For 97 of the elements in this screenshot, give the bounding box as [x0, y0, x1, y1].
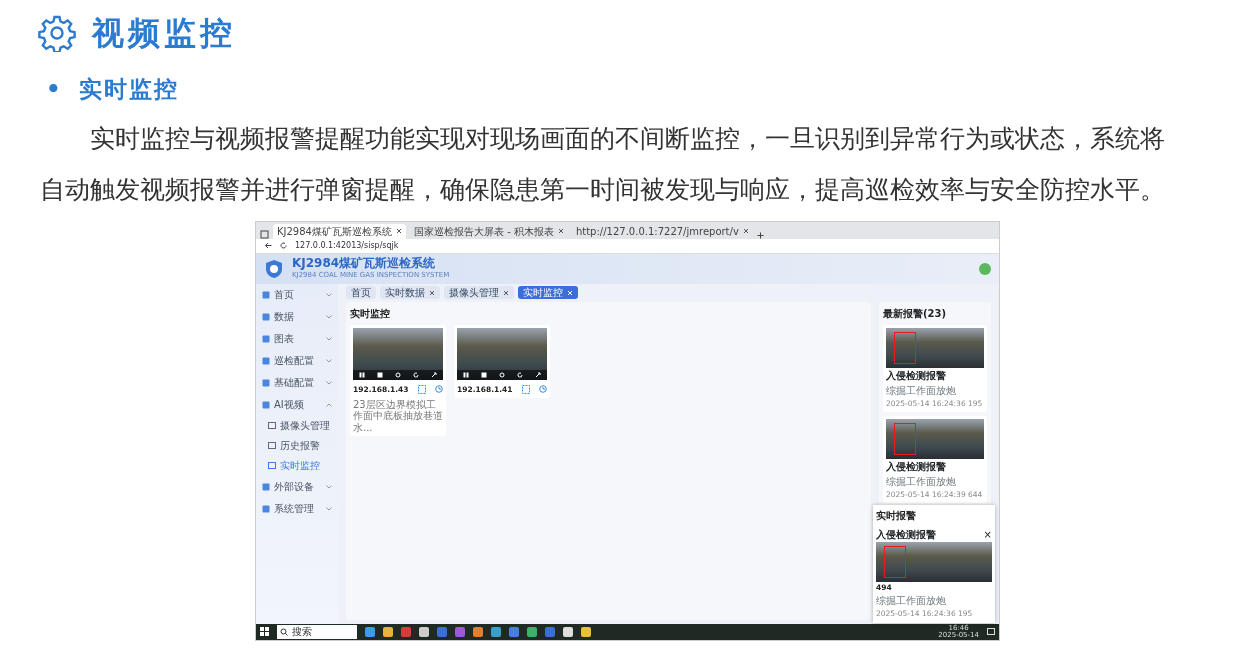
sidebar-item[interactable]: 巡检配置 — [256, 349, 338, 372]
plus-icon[interactable] — [756, 231, 764, 239]
detection-box — [894, 422, 916, 455]
sidebar-item[interactable]: 首页 — [256, 283, 338, 306]
menu-item-icon — [262, 290, 270, 299]
chevron-down-icon — [326, 336, 332, 341]
app-tile-icon[interactable] — [527, 626, 537, 637]
address-field[interactable]: 127.0.0.1:42013/sisp/sqjk — [295, 239, 399, 252]
menu-item-icon — [262, 504, 270, 513]
camera-description: 23层区边界模拟工作面中底板抽放巷道水... — [353, 398, 443, 434]
popup-title: 实时报警 — [876, 509, 917, 523]
shield-logo-icon — [264, 258, 284, 279]
close-icon[interactable]: × — [983, 527, 992, 542]
close-icon[interactable] — [742, 228, 749, 234]
menu-item-icon — [262, 356, 270, 365]
menu-item-icon — [262, 312, 270, 321]
sidebar-item[interactable]: 系统管理 — [256, 497, 338, 520]
stop-icon[interactable] — [481, 371, 487, 378]
sidebar-item[interactable]: AI视频 — [256, 393, 338, 416]
app-tile-icon[interactable] — [437, 626, 447, 637]
pause-icon[interactable] — [359, 371, 365, 378]
alarm-location: 综掘工作面放炮 — [876, 594, 947, 609]
alarm-type: 入侵检测报警 — [876, 528, 936, 542]
sidebar-item[interactable]: 外部设备 — [256, 475, 338, 498]
menu-item-icon — [262, 482, 270, 491]
chevron-up-icon — [326, 402, 332, 407]
sidebar-item[interactable]: 基础配置 — [256, 371, 338, 394]
app-tile-icon[interactable] — [581, 626, 591, 637]
frame-select-icon[interactable] — [521, 384, 530, 394]
app-name: KJ2984煤矿瓦斯巡检系统 — [292, 256, 437, 270]
alarm-list-title: 最新报警(23) — [883, 306, 948, 321]
page-tab[interactable]: 首页 — [346, 286, 376, 299]
page-tab[interactable]: 实时数据 — [380, 286, 440, 299]
notification-icon[interactable] — [987, 627, 995, 636]
fullscreen-icon[interactable] — [431, 371, 437, 378]
app-tile-icon[interactable] — [455, 626, 465, 637]
settings-icon[interactable] — [499, 371, 505, 378]
close-icon[interactable] — [503, 289, 509, 296]
sidebar-subitem[interactable]: 历史报警 — [256, 435, 338, 456]
app-tile-icon[interactable] — [401, 626, 411, 637]
detection-box — [884, 546, 906, 578]
chevron-down-icon — [326, 314, 332, 319]
frame-select-icon[interactable] — [417, 384, 426, 394]
page-tab[interactable]: 摄像头管理 — [444, 286, 514, 299]
sidebar-item[interactable]: 图表 — [256, 327, 338, 350]
stop-icon[interactable] — [377, 371, 383, 378]
chevron-down-icon — [326, 506, 332, 511]
list-icon — [268, 442, 276, 449]
app-tile-icon[interactable] — [365, 626, 375, 637]
bullet-mark: • — [46, 75, 63, 104]
taskbar-search-field[interactable]: 搜索 — [277, 624, 357, 639]
refresh-icon[interactable] — [517, 371, 523, 378]
chevron-down-icon — [326, 292, 332, 297]
app-tile-icon[interactable] — [419, 626, 429, 637]
fullscreen-icon[interactable] — [535, 371, 541, 378]
sidebar-item[interactable]: 数据 — [256, 305, 338, 328]
settings-icon[interactable] — [395, 371, 401, 378]
browser-tab[interactable]: 国家巡检报告大屏表 - 积木报表 — [409, 223, 568, 239]
chevron-down-icon — [326, 358, 332, 363]
app-tile-icon[interactable] — [545, 626, 555, 637]
detection-box — [894, 331, 916, 364]
app-tile-icon[interactable] — [473, 626, 483, 637]
tab-list-icon — [260, 229, 269, 239]
browser-tab[interactable]: http://127.0.0.1:7227/jmreport/v — [571, 223, 753, 239]
menu-item-icon — [262, 378, 270, 387]
section-heading: 实时监控 — [78, 75, 179, 104]
app-tile-icon[interactable] — [509, 626, 519, 637]
close-icon[interactable] — [395, 228, 402, 234]
browser-tab[interactable]: KJ2984煤矿瓦斯巡检系统 — [273, 223, 406, 239]
close-icon[interactable] — [429, 289, 435, 296]
list-icon — [268, 462, 276, 469]
windows-start-icon[interactable] — [260, 627, 269, 636]
reload-icon[interactable] — [280, 242, 287, 249]
page-title: 视频监控 — [92, 17, 236, 49]
alarm-type: 入侵检测报警 — [886, 459, 947, 474]
close-icon[interactable] — [557, 228, 564, 234]
alarm-type: 入侵检测报警 — [886, 368, 947, 383]
back-arrow-icon[interactable] — [264, 242, 272, 249]
menu-item-icon — [262, 334, 270, 343]
panel-title: 实时监控 — [350, 306, 391, 321]
search-icon — [280, 627, 288, 636]
menu-item-icon — [262, 400, 270, 409]
sidebar-subitem[interactable]: 实时监控 — [256, 455, 338, 476]
alarm-location: 综掘工作面放炮 — [886, 474, 957, 489]
gear-icon — [38, 14, 76, 52]
alarm-location: 综掘工作面放炮 — [886, 383, 957, 398]
app-tile-icon[interactable] — [383, 626, 393, 637]
app-tile-icon[interactable] — [491, 626, 501, 637]
pause-icon[interactable] — [463, 371, 469, 378]
refresh-icon[interactable] — [413, 371, 419, 378]
body-paragraph: 实时监控与视频报警提醒功能实现对现场画面的不间断监控，一旦识别到异常行为或状态，系统将自动触发视频报警并进行弹窗提醒，确保隐患第一时间被发现与响应，提高巡检效率与安全防控水平。 — [40, 122, 1166, 206]
sidebar-subitem[interactable]: 摄像头管理 — [256, 415, 338, 436]
app-tile-icon[interactable] — [563, 626, 573, 637]
list-icon — [268, 422, 276, 429]
chevron-down-icon — [326, 484, 332, 489]
page-tab[interactable]: 实时监控 — [518, 286, 578, 299]
chevron-down-icon — [326, 380, 332, 385]
